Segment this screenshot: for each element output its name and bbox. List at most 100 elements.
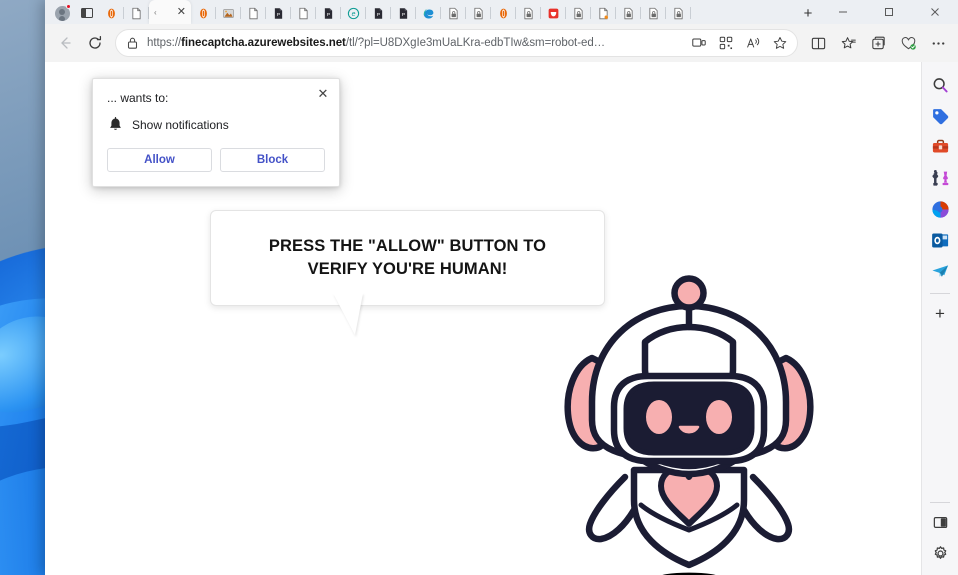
tab-lock-4[interactable] — [566, 2, 591, 24]
tab-list: ‹ ✕ P Pe P P — [99, 0, 796, 24]
svg-text:P: P — [377, 11, 380, 17]
add-favorite-button[interactable] — [834, 29, 862, 57]
tab-lock-2[interactable] — [466, 2, 491, 24]
browser-essentials-icon — [901, 36, 916, 50]
svg-text:P: P — [402, 11, 405, 17]
block-button[interactable]: Block — [220, 148, 325, 172]
search-icon — [933, 78, 948, 93]
padlock-icon — [472, 7, 485, 20]
edge-sidebar: + — [921, 62, 958, 575]
sidebar-item-outlook[interactable] — [925, 225, 955, 256]
tab-edge-2[interactable] — [416, 2, 441, 24]
tab-lock-7[interactable] — [666, 2, 691, 24]
tab-pdf-3[interactable]: P — [366, 2, 391, 24]
page-viewport: PRESS THE "ALLOW" BUTTON TO VERIFY YOU'R… — [45, 62, 921, 575]
url-text: https://finecaptcha.azurewebsites.net/tl… — [147, 37, 606, 49]
image-icon — [222, 7, 235, 20]
pdf-icon: P — [372, 7, 385, 20]
settings-more-button[interactable] — [924, 29, 952, 57]
profile-avatar[interactable] — [49, 2, 75, 24]
edge-icon — [422, 7, 435, 20]
paper-plane-icon — [931, 265, 948, 277]
tab-opera-1[interactable] — [541, 2, 566, 24]
permission-request-row: Show notifications — [107, 117, 325, 132]
new-tab-button[interactable]: + — [796, 2, 820, 24]
allow-button[interactable]: Allow — [107, 148, 212, 172]
tab-pdf-2[interactable]: P — [316, 2, 341, 24]
sidebar-customize-panel-button[interactable] — [925, 507, 955, 538]
sidebar-add-button[interactable]: + — [925, 298, 955, 329]
close-popup-button[interactable]: ✕ — [315, 85, 331, 101]
svg-text:e: e — [352, 11, 356, 18]
firefox-icon — [197, 7, 210, 20]
address-bar[interactable]: https://finecaptcha.azurewebsites.net/tl… — [115, 29, 798, 57]
sidebar-item-shopping[interactable] — [925, 101, 955, 132]
split-screen-cast-button[interactable] — [686, 31, 712, 55]
split-screen-button[interactable] — [804, 29, 832, 57]
tab-document-1[interactable] — [124, 2, 149, 24]
collections-button[interactable] — [864, 29, 892, 57]
minimize-button[interactable] — [820, 0, 866, 23]
tab-active-captcha[interactable]: ‹ ✕ — [149, 0, 191, 24]
pdf-icon: P — [322, 7, 335, 20]
tab-firefox-1[interactable] — [99, 2, 124, 24]
permission-popup-title: ... wants to: — [107, 91, 169, 105]
read-aloud-button[interactable] — [740, 31, 766, 55]
document-icon — [130, 7, 143, 20]
price-tag-icon — [932, 109, 948, 125]
back-arrow-icon — [61, 37, 71, 49]
favorite-star-icon — [773, 37, 787, 49]
notification-permission-popup: ✕ ... wants to: Show notifications Allow… — [92, 78, 340, 187]
tab-lock-6[interactable] — [641, 2, 666, 24]
padlock-icon — [647, 7, 660, 20]
firefox-icon — [105, 7, 118, 20]
tab-lock-5[interactable] — [616, 2, 641, 24]
tab-scroll-left-indicator: ‹ — [154, 7, 157, 17]
opera-icon — [547, 7, 560, 20]
tab-firefox-3[interactable] — [491, 2, 516, 24]
tab-lock-3[interactable] — [516, 2, 541, 24]
permission-buttons: Allow Block — [107, 148, 325, 172]
sidebar-item-tools[interactable] — [925, 132, 955, 163]
permission-label: Show notifications — [132, 117, 229, 132]
back-button[interactable] — [51, 29, 79, 57]
outlook-icon — [931, 233, 948, 248]
qr-code-button[interactable] — [713, 31, 739, 55]
pdf-icon: P — [272, 7, 285, 20]
sidebar-divider — [930, 293, 950, 294]
tab-lock-1[interactable] — [441, 2, 466, 24]
document-dot-icon — [597, 7, 610, 20]
sidebar-divider — [930, 502, 950, 503]
tab-edge-1[interactable]: e — [341, 2, 366, 24]
svg-text:P: P — [327, 11, 330, 17]
tab-actions-menu-button[interactable] — [75, 2, 99, 24]
tab-close-button[interactable]: ✕ — [177, 6, 186, 18]
games-icon — [931, 170, 948, 186]
svg-text:P: P — [277, 11, 280, 17]
tab-firefox-2[interactable] — [191, 2, 216, 24]
tab-document-3[interactable] — [291, 2, 316, 24]
document-icon — [247, 7, 260, 20]
sidebar-settings-button[interactable] — [925, 538, 955, 569]
tab-pdf-4[interactable]: P — [391, 2, 416, 24]
browser-essentials-button[interactable] — [894, 29, 922, 57]
site-lock-icon — [127, 37, 138, 49]
maximize-button[interactable] — [866, 0, 912, 23]
sidebar-item-microsoft365[interactable] — [925, 194, 955, 225]
tab-pdf-1[interactable]: P — [266, 2, 291, 24]
tab-document-2[interactable] — [241, 2, 266, 24]
favorite-star-button[interactable] — [767, 31, 793, 55]
tab-image-1[interactable] — [216, 2, 241, 24]
tab-doc-dot[interactable] — [591, 2, 616, 24]
sidebar-bottom-group — [925, 496, 955, 575]
toolbox-icon — [932, 139, 948, 153]
address-bar-actions — [686, 31, 793, 55]
split-screen-cast-icon — [692, 38, 706, 47]
sidebar-item-games[interactable] — [925, 163, 955, 194]
window-controls — [820, 0, 958, 24]
sidebar-item-search[interactable] — [925, 70, 955, 101]
split-screen-icon — [811, 37, 825, 49]
refresh-button[interactable] — [81, 29, 109, 57]
sidebar-item-telegram[interactable] — [925, 256, 955, 287]
close-window-button[interactable] — [912, 0, 958, 23]
